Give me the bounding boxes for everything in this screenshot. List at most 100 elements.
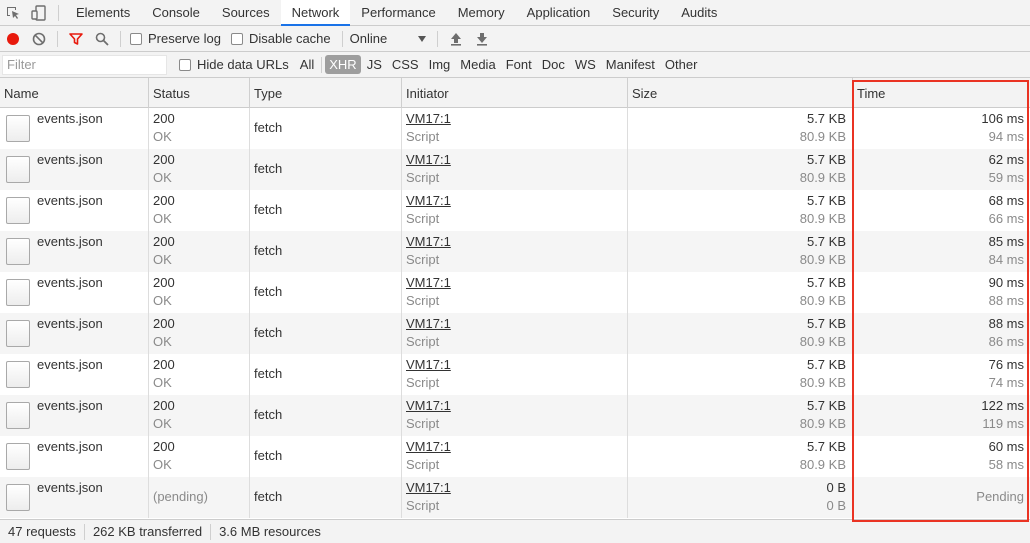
filter-toggle-button[interactable] (63, 26, 89, 52)
request-name[interactable]: events.json (37, 316, 103, 331)
column-header-size[interactable]: Size (628, 78, 853, 108)
table-row[interactable]: events.json 200 OK fetch VM17:1 Script 5.7 KB 8… (0, 272, 1030, 313)
inspect-element-icon[interactable] (0, 0, 26, 25)
request-name[interactable]: events.json (37, 480, 103, 495)
request-type: fetch (254, 407, 283, 422)
document-icon (6, 361, 30, 388)
tab-label: Memory (457, 5, 505, 20)
request-type: fetch (254, 120, 283, 135)
clear-button[interactable] (26, 26, 52, 52)
initiator-link[interactable]: VM17:1 (406, 398, 451, 413)
table-row[interactable]: events.json 200 OK fetch VM17:1 Script 5.7 KB 8… (0, 436, 1030, 477)
type-filter-font[interactable]: Font (502, 55, 536, 74)
initiator-link[interactable]: VM17:1 (406, 111, 451, 126)
request-latency: 74 ms (988, 375, 1024, 390)
type-filter-js[interactable]: JS (363, 55, 386, 74)
column-header-status[interactable]: Status (149, 78, 250, 108)
disable-cache-checkbox[interactable]: Disable cache (230, 31, 331, 46)
transfer-size: 5.7 KB (806, 234, 846, 249)
tab-elements[interactable]: Elements (65, 0, 141, 25)
filter-input[interactable]: Filter (2, 54, 167, 75)
toolbar-divider (436, 30, 438, 47)
type-filter-css[interactable]: CSS (388, 55, 423, 74)
record-button[interactable] (0, 26, 26, 52)
hide-data-urls-checkbox[interactable]: Hide data URLs (179, 57, 289, 72)
preserve-log-label: Preserve log (148, 31, 221, 46)
table-row[interactable]: events.json 200 OK fetch VM17:1 Script 5.7 KB 8… (0, 149, 1030, 190)
request-type: fetch (254, 489, 283, 504)
device-toolbar-icon[interactable] (26, 0, 52, 25)
type-filter-other[interactable]: Other (661, 55, 702, 74)
request-name[interactable]: events.json (37, 152, 103, 167)
request-latency: 119 ms (982, 416, 1024, 431)
table-row[interactable]: events.json 200 OK fetch VM17:1 Script 5.7 KB 8… (0, 395, 1030, 436)
export-har-button[interactable] (469, 26, 495, 52)
tab-application[interactable]: Application (516, 0, 602, 25)
initiator-link[interactable]: VM17:1 (406, 152, 451, 167)
status-text: OK (153, 416, 172, 431)
table-cell: fetch (250, 190, 402, 231)
type-filter-doc[interactable]: Doc (538, 55, 569, 74)
table-cell: events.json (0, 436, 149, 477)
initiator-link[interactable]: VM17:1 (406, 357, 451, 372)
type-filter-ws[interactable]: WS (571, 55, 600, 74)
table-row[interactable]: events.json (pending) fetch VM17:1 Script 0 B… (0, 477, 1030, 518)
column-header-name[interactable]: Name (0, 78, 149, 108)
request-name[interactable]: events.json (37, 111, 103, 126)
disable-cache-label: Disable cache (248, 31, 331, 46)
initiator-link[interactable]: VM17:1 (406, 439, 451, 454)
tab-sources[interactable]: Sources (211, 0, 281, 25)
type-filter-xhr[interactable]: XHR (325, 55, 361, 74)
document-icon (6, 320, 30, 347)
type-filter-media[interactable]: Media (456, 55, 499, 74)
checkbox-box[interactable] (130, 32, 142, 45)
initiator-link[interactable]: VM17:1 (406, 480, 451, 495)
table-cell: 5.7 KB 80.9 KB (628, 149, 853, 190)
tab-console[interactable]: Console (141, 0, 211, 25)
column-header-time[interactable]: Time (853, 78, 1030, 108)
table-row[interactable]: events.json 200 OK fetch VM17:1 Script 5.7 KB 8… (0, 108, 1030, 149)
request-name[interactable]: events.json (37, 234, 103, 249)
type-filter-all[interactable]: All (296, 55, 318, 74)
tab-memory[interactable]: Memory (447, 0, 516, 25)
table-cell: 122 ms 119 ms (853, 395, 1030, 436)
request-name[interactable]: events.json (37, 193, 103, 208)
request-name[interactable]: events.json (37, 439, 103, 454)
tab-network[interactable]: Network (280, 0, 351, 26)
request-name[interactable]: events.json (37, 357, 103, 372)
tab-audits[interactable]: Audits (670, 0, 728, 25)
throttling-select[interactable]: Online (350, 31, 432, 46)
request-name[interactable]: events.json (37, 398, 103, 413)
transfer-size: 5.7 KB (806, 316, 846, 331)
import-har-button[interactable] (443, 26, 469, 52)
table-cell: VM17:1 Script (402, 436, 628, 477)
request-name[interactable]: events.json (37, 275, 103, 290)
tab-label: Performance (361, 5, 436, 20)
hide-data-urls-label: Hide data URLs (197, 57, 289, 72)
table-row[interactable]: events.json 200 OK fetch VM17:1 Script 5.7 KB 8… (0, 354, 1030, 395)
tab-security[interactable]: Security (601, 0, 670, 25)
column-label: Status (153, 85, 190, 101)
checkbox-box[interactable] (230, 32, 243, 45)
column-label: Name (4, 85, 39, 101)
table-row[interactable]: events.json 200 OK fetch VM17:1 Script 5.7 KB 8… (0, 231, 1030, 272)
column-header-type[interactable]: Type (250, 78, 402, 108)
filter-icon (69, 32, 83, 45)
table-row[interactable]: events.json 200 OK fetch VM17:1 Script 5.7 KB 8… (0, 313, 1030, 354)
type-filter-img[interactable]: Img (425, 55, 455, 74)
initiator-link[interactable]: VM17:1 (406, 193, 451, 208)
request-latency: 88 ms (988, 293, 1024, 308)
preserve-log-checkbox[interactable]: Preserve log (130, 31, 221, 46)
initiator-link[interactable]: VM17:1 (406, 316, 451, 331)
search-button[interactable] (89, 26, 115, 52)
initiator-link[interactable]: VM17:1 (406, 275, 451, 290)
request-latency: 58 ms (988, 457, 1024, 472)
initiator-link[interactable]: VM17:1 (406, 234, 451, 249)
column-header-initiator[interactable]: Initiator (402, 78, 628, 108)
tab-performance[interactable]: Performance (350, 0, 446, 25)
checkbox-box[interactable] (179, 58, 191, 71)
request-time: 106 ms (981, 111, 1024, 126)
type-filter-manifest[interactable]: Manifest (602, 55, 659, 74)
table-row[interactable]: events.json 200 OK fetch VM17:1 Script 5.7 KB 8… (0, 190, 1030, 231)
initiator-type: Script (406, 375, 440, 390)
